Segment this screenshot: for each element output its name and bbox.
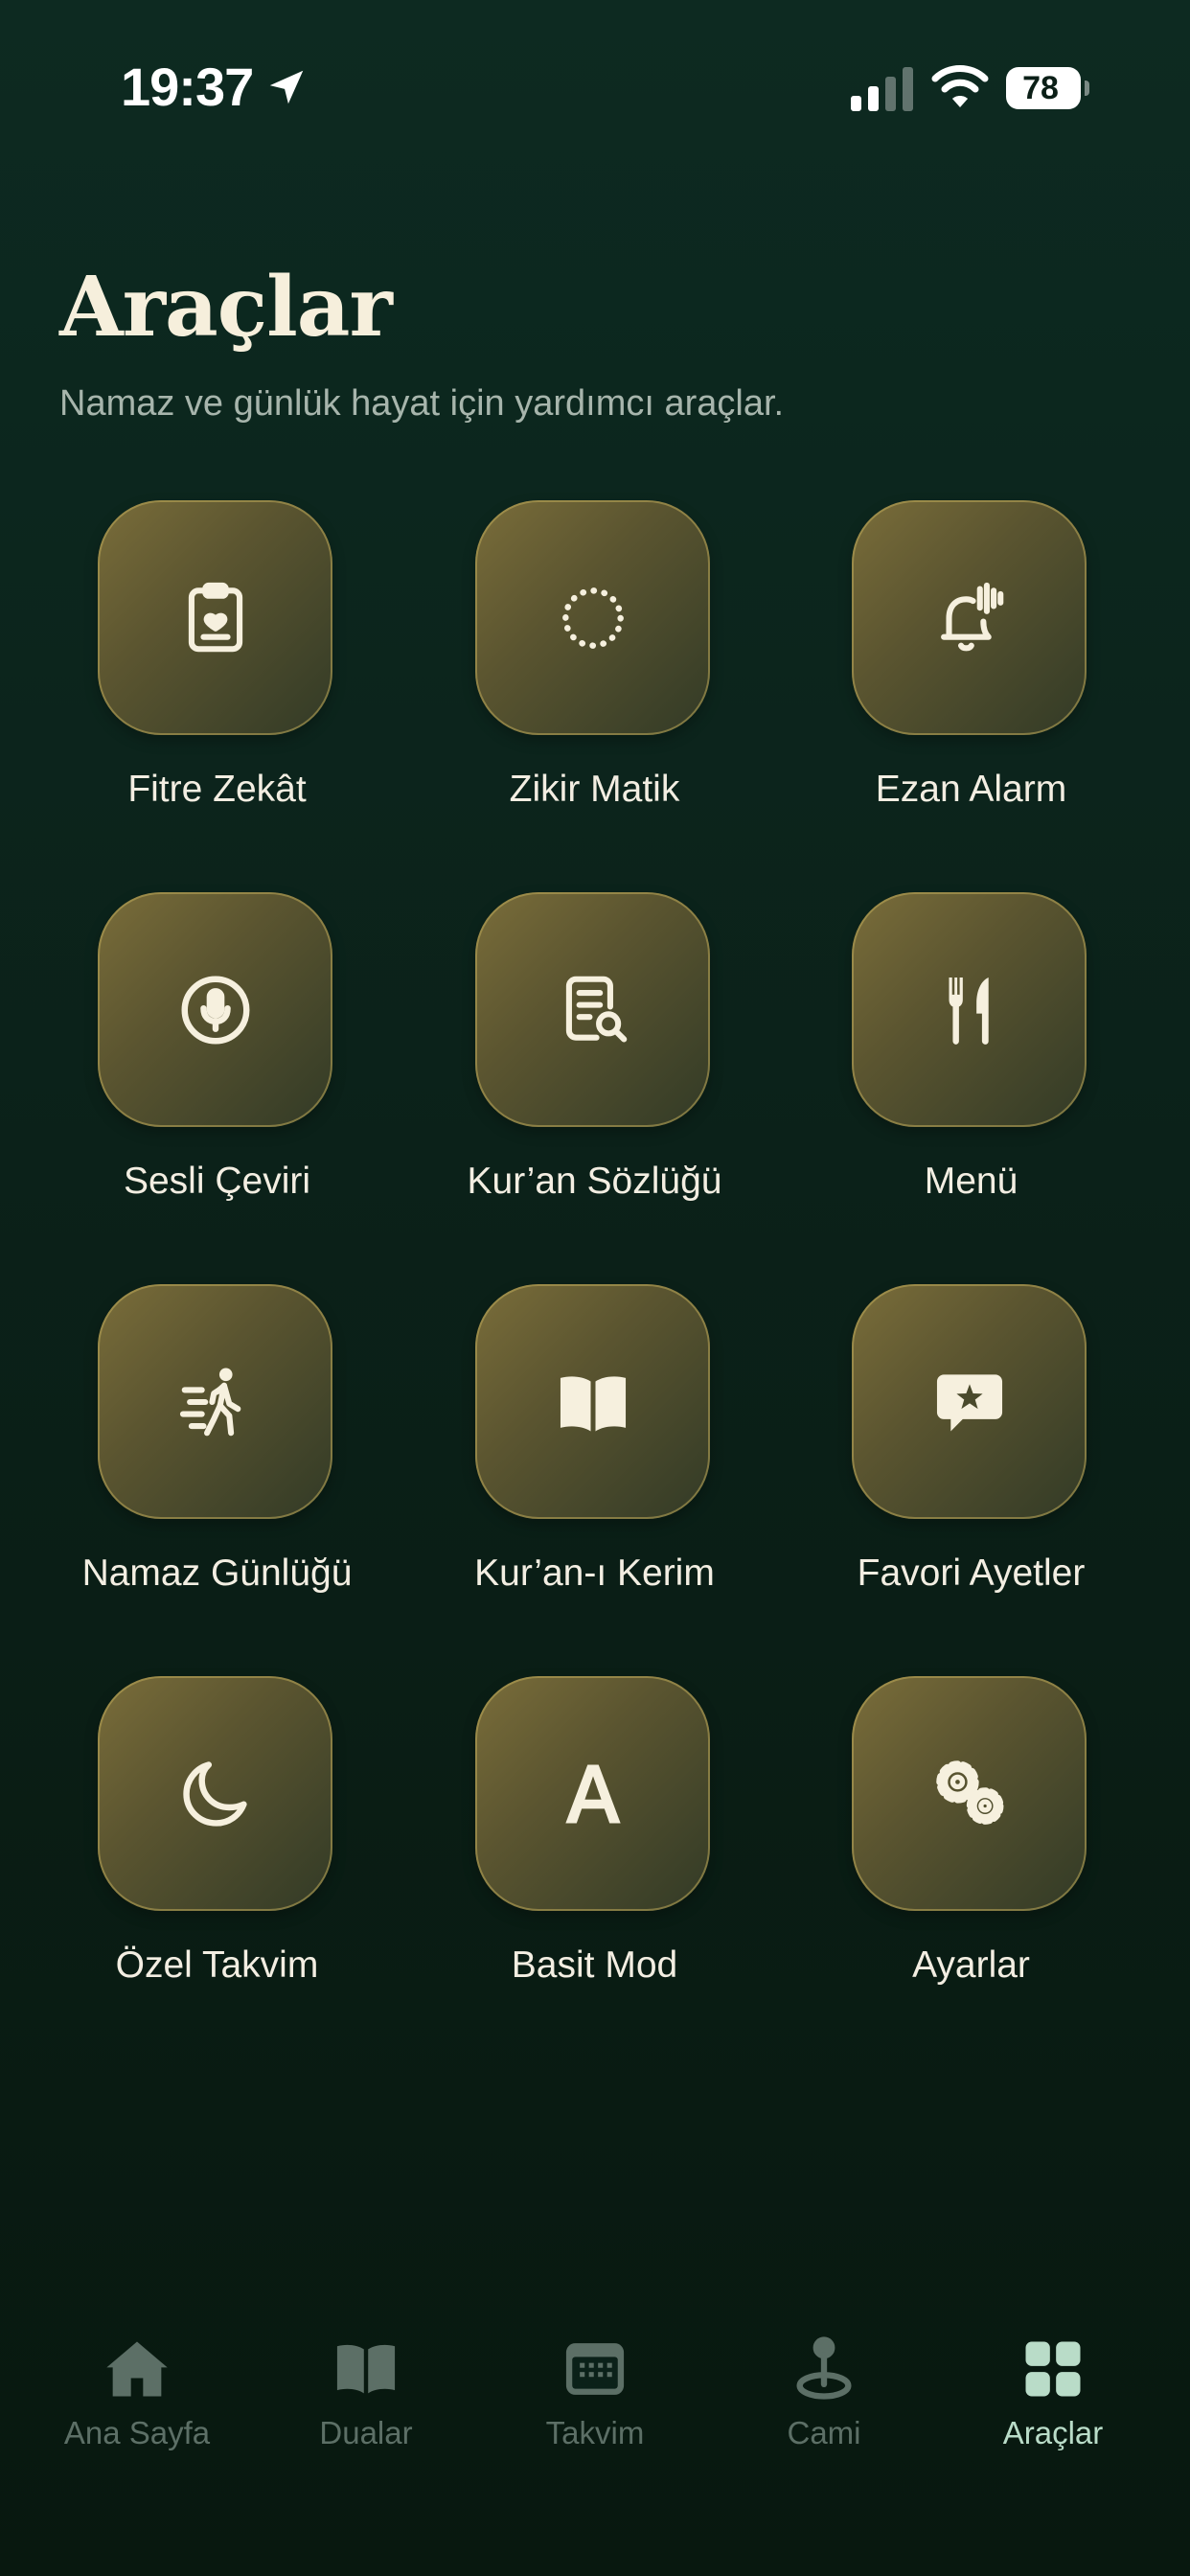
tool-namaz-gunlugu[interactable]: Namaz Günlüğü (29, 1284, 405, 1629)
tool-ozel-takvim[interactable]: Özel Takvim (29, 1676, 405, 2021)
status-bar: 19:37 78 (0, 0, 1190, 172)
tab-dualar[interactable]: Dualar (251, 2333, 481, 2486)
tool-tile[interactable] (475, 1676, 710, 1911)
tab-label: Takvim (545, 2415, 645, 2450)
tool-tile[interactable] (98, 1284, 332, 1519)
tool-label: Favori Ayetler (857, 1552, 1086, 1594)
tool-label: Kur’an Sözlüğü (467, 1161, 722, 1202)
microphone-icon (181, 976, 249, 1044)
tool-label: Menü (924, 1161, 1018, 1202)
tool-tile[interactable] (475, 892, 710, 1127)
tool-tile[interactable] (852, 1676, 1087, 1911)
tab-label: Ana Sayfa (63, 2415, 211, 2450)
tool-tile[interactable] (98, 1676, 332, 1911)
walking-person-icon (179, 1368, 240, 1436)
tool-label: Fitre Zekât (127, 769, 307, 810)
tool-label: Sesli Çeviri (123, 1161, 311, 1202)
tab-label: Cami (787, 2415, 861, 2450)
tool-tile[interactable] (475, 500, 710, 735)
dotted-circle-icon (561, 586, 624, 649)
battery-level: 78 (1022, 70, 1059, 106)
tool-zikir-matik[interactable]: Zikir Matik (406, 500, 783, 845)
bell-wave-icon (940, 582, 1003, 651)
cellular-signal-icon (851, 67, 913, 111)
tool-label: Ayarlar (912, 1944, 1030, 1986)
document-search-icon (565, 976, 627, 1043)
tab-label: Araçlar (1002, 2415, 1104, 2450)
tool-label: Ezan Alarm (875, 769, 1067, 810)
status-time: 19:37 (121, 57, 254, 117)
open-book-icon (560, 1375, 626, 1431)
tool-basit-mod[interactable]: Basit Mod (406, 1676, 783, 2021)
battery-indicator: 78 (1006, 67, 1089, 109)
tool-label: Namaz Günlüğü (81, 1552, 353, 1594)
tool-tile[interactable] (475, 1284, 710, 1519)
location-pin-icon (796, 2336, 852, 2400)
tool-label: Zikir Matik (509, 769, 680, 810)
tool-label: Basit Mod (511, 1944, 678, 1986)
tool-tile[interactable] (98, 500, 332, 735)
grid-icon (1025, 2341, 1081, 2397)
clipboard-heart-icon (188, 582, 242, 652)
tool-label: Özel Takvim (115, 1944, 319, 1986)
tool-ezan-alarm[interactable]: Ezan Alarm (783, 500, 1159, 845)
star-bubble-icon (936, 1373, 1002, 1431)
calendar-icon (565, 2343, 625, 2395)
wifi-icon (931, 65, 989, 107)
tool-kuran-i-kerim[interactable]: Kur’an-ı Kerim (406, 1284, 783, 1629)
tool-tile[interactable] (852, 500, 1087, 735)
tab-label: Dualar (319, 2415, 413, 2450)
tool-kuran-sozlugu[interactable]: Kur’an Sözlüğü (406, 892, 783, 1237)
tool-fitre-zekat[interactable]: Fitre Zekât (29, 500, 405, 845)
tab-cami[interactable]: Cami (709, 2333, 939, 2486)
home-icon (106, 2341, 168, 2397)
tab-takvim[interactable]: Takvim (480, 2333, 710, 2486)
letter-a-icon (564, 1764, 621, 1823)
tool-tile[interactable] (98, 892, 332, 1127)
tool-tile[interactable] (852, 892, 1087, 1127)
fork-knife-icon (949, 977, 989, 1045)
tool-ayarlar[interactable]: Ayarlar (783, 1676, 1159, 2021)
tool-tile[interactable] (852, 1284, 1087, 1519)
moon-icon (182, 1760, 247, 1827)
tab-araclar[interactable]: Araçlar (938, 2333, 1168, 2486)
page-title: Araçlar (59, 259, 393, 356)
tab-bar: Ana Sayfa Dualar Takvim Cami Araçlar (0, 2300, 1190, 2576)
tool-label: Kur’an-ı Kerim (474, 1552, 715, 1594)
book-icon (336, 2344, 396, 2394)
tool-favori-ayetler[interactable]: Favori Ayetler (783, 1284, 1159, 1629)
tab-ana-sayfa[interactable]: Ana Sayfa (22, 2333, 252, 2486)
location-arrow-icon (269, 70, 304, 104)
page-subtitle: Namaz ve günlük hayat için yardımcı araç… (59, 383, 785, 424)
tool-menu[interactable]: Menü (783, 892, 1159, 1237)
tool-sesli-ceviri[interactable]: Sesli Çeviri (29, 892, 405, 1237)
gears-icon (935, 1760, 1003, 1825)
